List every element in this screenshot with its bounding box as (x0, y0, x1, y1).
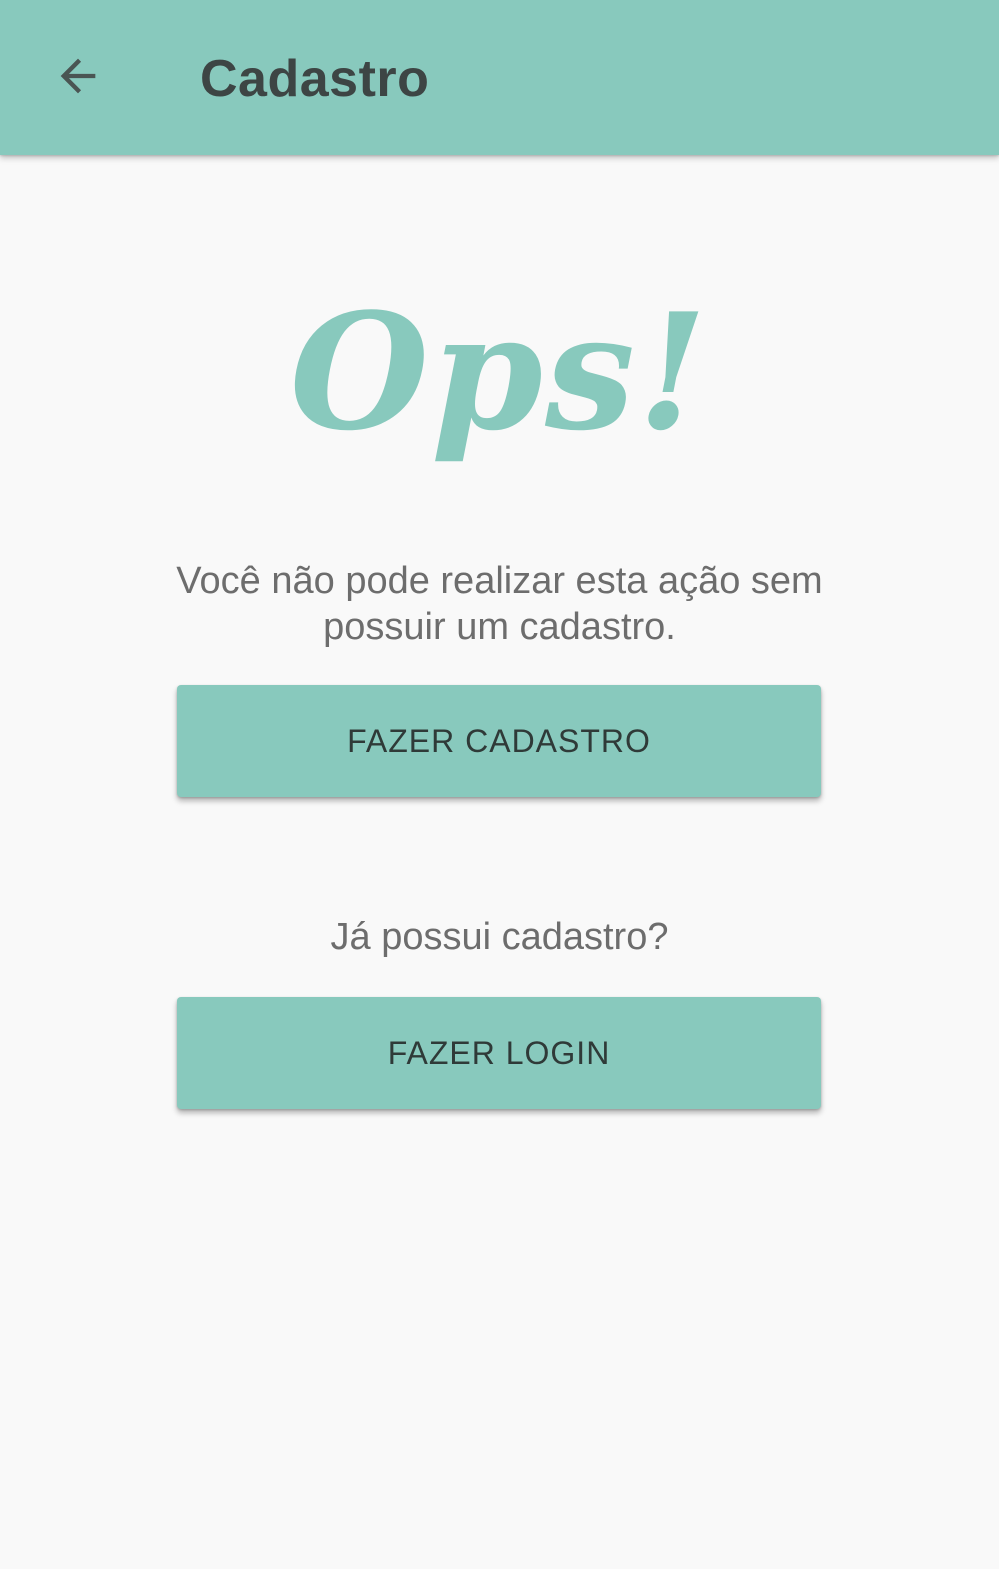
ops-headline: Ops! (289, 278, 710, 466)
page-title: Cadastro (200, 50, 430, 108)
no-account-message: Você não pode realizar esta ação sem pos… (176, 560, 823, 648)
signup-button[interactable]: FAZER CADASTRO (177, 685, 821, 797)
login-prompt: Já possui cadastro? (330, 916, 669, 958)
arrow-back-icon (60, 58, 96, 94)
back-button[interactable] (38, 36, 118, 116)
login-button[interactable]: FAZER LOGIN (177, 997, 821, 1109)
app-bar: Cadastro (0, 0, 999, 155)
